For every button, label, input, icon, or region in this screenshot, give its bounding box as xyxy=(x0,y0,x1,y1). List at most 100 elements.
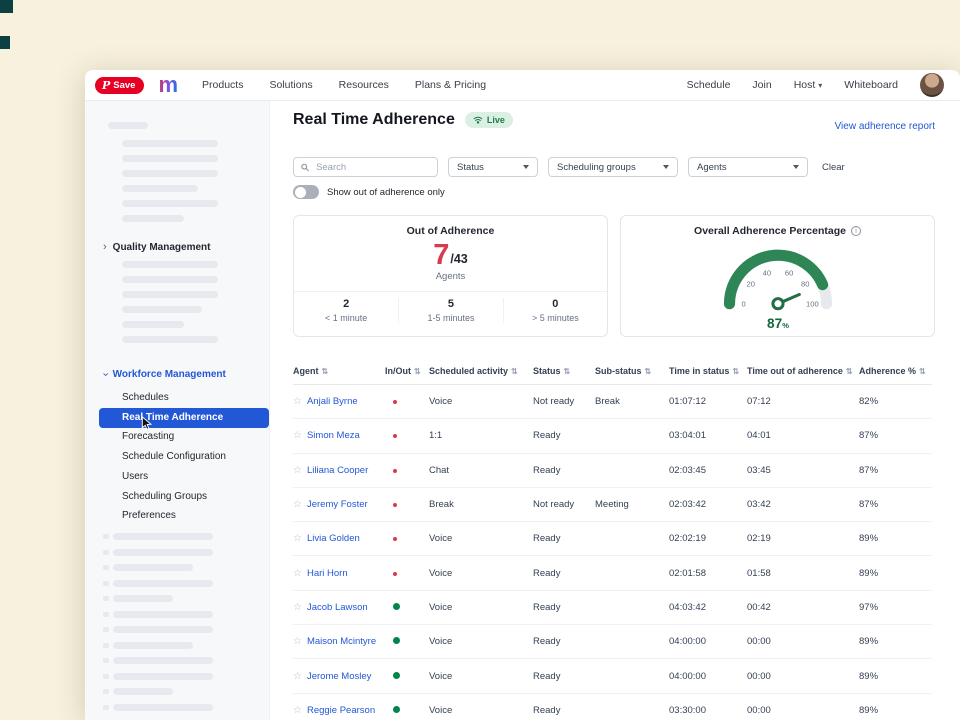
nav-item-whiteboard[interactable]: Whiteboard xyxy=(844,79,898,91)
sidebar-item-forecasting[interactable]: Forecasting xyxy=(99,427,269,447)
sidebar-item-real-time-adherence[interactable]: Real Time Adherence xyxy=(99,408,269,428)
scheduled-activity-cell: Break xyxy=(429,499,533,510)
adherence-cell: 89% xyxy=(859,705,932,716)
skeleton-dash xyxy=(103,627,109,632)
app-logo[interactable]: m xyxy=(158,74,178,96)
in-adherence-dot-icon xyxy=(393,706,400,713)
sidebar-item-preferences[interactable]: Preferences xyxy=(99,506,269,526)
sort-icon[interactable]: ⇅ xyxy=(414,367,421,376)
out-of-adherence-toggle[interactable] xyxy=(293,185,319,199)
agents-table: Agent⇅In/Out⇅Scheduled activity⇅Status⇅S… xyxy=(293,358,932,720)
gauge-knob xyxy=(772,299,782,309)
sort-icon[interactable]: ⇅ xyxy=(732,367,739,376)
star-icon[interactable]: ☆ xyxy=(293,396,302,407)
agent-link[interactable]: Livia Golden xyxy=(307,533,360,544)
divider xyxy=(294,291,607,292)
star-icon[interactable]: ☆ xyxy=(293,465,302,476)
star-icon[interactable]: ☆ xyxy=(293,568,302,579)
pinterest-save-button[interactable]: P Save xyxy=(95,77,144,94)
breakdown-row: 2 < 1 minute 5 1-5 minutes 0 > 5 minutes xyxy=(294,298,607,323)
status-cell: Not ready xyxy=(533,396,595,407)
time-out-of-adherence-cell: 01:58 xyxy=(747,568,859,579)
skeleton-bar xyxy=(113,611,213,618)
nav-item-resources[interactable]: Resources xyxy=(339,79,389,91)
filter-dropdown-status[interactable]: Status xyxy=(448,157,538,177)
agent-link[interactable]: Jacob Lawson xyxy=(307,602,368,613)
column-header-label: Scheduled activity xyxy=(429,366,508,376)
sort-icon[interactable]: ⇅ xyxy=(919,367,926,376)
breakdown-label: 1-5 minutes xyxy=(399,313,502,323)
nav-item-schedule[interactable]: Schedule xyxy=(687,79,731,91)
chevron-down-icon xyxy=(523,165,529,169)
avatar[interactable] xyxy=(920,73,944,97)
sidebar-item-scheduling-groups[interactable]: Scheduling Groups xyxy=(99,487,269,507)
gauge-tick: 0 xyxy=(741,300,745,309)
adherence-cell: 97% xyxy=(859,602,932,613)
sort-icon[interactable]: ⇅ xyxy=(645,367,652,376)
agent-link[interactable]: Maison Mcintyre xyxy=(307,636,376,647)
nav-item-plans-pricing[interactable]: Plans & Pricing xyxy=(415,79,486,91)
filter-dropdown-scheduling-groups[interactable]: Scheduling groups xyxy=(548,157,678,177)
star-icon[interactable]: ☆ xyxy=(293,499,302,510)
column-header-time-in-status[interactable]: Time in status⇅ xyxy=(669,366,747,376)
agent-link[interactable]: Jerome Mosley xyxy=(307,671,371,682)
skeleton-bar xyxy=(113,688,173,695)
clear-filters-button[interactable]: Clear xyxy=(822,162,845,173)
star-icon[interactable]: ☆ xyxy=(293,705,302,716)
skeleton-bar xyxy=(113,580,213,587)
inout-cell xyxy=(385,396,429,407)
agent-link[interactable]: Reggie Pearson xyxy=(307,705,375,716)
sidebar-item-schedules[interactable]: Schedules xyxy=(99,388,269,408)
out-of-adherence-dot-icon xyxy=(393,400,397,404)
info-icon[interactable]: i xyxy=(851,226,861,236)
column-header-scheduled-activity[interactable]: Scheduled activity⇅ xyxy=(429,366,533,376)
filter-bar: Status Scheduling groups Agents Clear xyxy=(293,157,845,177)
filter-dropdown-agents[interactable]: Agents xyxy=(688,157,808,177)
sidebar-item-users[interactable]: Users xyxy=(99,467,269,487)
column-header-agent[interactable]: Agent⇅ xyxy=(293,366,385,376)
sort-icon[interactable]: ⇅ xyxy=(511,367,518,376)
live-signal-icon xyxy=(473,116,483,125)
star-icon[interactable]: ☆ xyxy=(293,430,302,441)
agent-link[interactable]: Hari Horn xyxy=(307,568,348,579)
nav-item-host[interactable]: Host▾ xyxy=(794,79,823,91)
sort-icon[interactable]: ⇅ xyxy=(564,367,571,376)
search-input[interactable] xyxy=(314,161,430,174)
sub-status-cell: Meeting xyxy=(595,499,669,510)
table-row: ☆Hari HornVoiceReady02:01:5801:5889% xyxy=(293,556,932,590)
status-cell: Ready xyxy=(533,705,595,716)
agent-link[interactable]: Anjali Byrne xyxy=(307,396,358,407)
column-header-status[interactable]: Status⇅ xyxy=(533,366,595,376)
agent-link[interactable]: Jeremy Foster xyxy=(307,499,368,510)
nav-item-join[interactable]: Join xyxy=(752,79,771,91)
star-icon[interactable]: ☆ xyxy=(293,602,302,613)
nav-item-products[interactable]: Products xyxy=(202,79,243,91)
column-header-in-out[interactable]: In/Out⇅ xyxy=(385,366,429,376)
star-icon[interactable]: ☆ xyxy=(293,533,302,544)
time-out-of-adherence-cell: 07:12 xyxy=(747,396,859,407)
count-unit: Agents xyxy=(294,271,607,282)
column-header-adherence-[interactable]: Adherence %⇅ xyxy=(859,366,932,376)
agent-link[interactable]: Liliana Cooper xyxy=(307,465,368,476)
sort-icon[interactable]: ⇅ xyxy=(322,367,329,376)
agent-link[interactable]: Simon Meza xyxy=(307,430,360,441)
app-window: P Save m Products Solutions Resources Plans… xyxy=(85,70,960,720)
table-row: ☆Livia GoldenVoiceReady02:02:1902:1989% xyxy=(293,522,932,556)
sidebar-item-quality-management[interactable]: › Quality Management xyxy=(103,239,210,255)
star-icon[interactable]: ☆ xyxy=(293,636,302,647)
nav-item-solutions[interactable]: Solutions xyxy=(269,79,312,91)
column-header-time-out-of-adherence[interactable]: Time out of adherence⇅ xyxy=(747,366,859,376)
time-in-status-cell: 02:03:45 xyxy=(669,465,747,476)
agent-cell: ☆ Jerome Mosley xyxy=(293,671,385,682)
sort-icon[interactable]: ⇅ xyxy=(846,367,853,376)
sidebar-item-workforce-management[interactable]: › Workforce Management xyxy=(103,366,226,382)
chevron-down-icon xyxy=(793,165,799,169)
status-cell: Ready xyxy=(533,430,595,441)
breakdown-1-5-minutes: 5 1-5 minutes xyxy=(398,298,502,323)
card-title: Overall Adherence Percentage i xyxy=(621,225,934,237)
sidebar-item-schedule-configuration[interactable]: Schedule Configuration xyxy=(99,447,269,467)
column-header-sub-status[interactable]: Sub-status⇅ xyxy=(595,366,669,376)
star-icon[interactable]: ☆ xyxy=(293,671,302,682)
view-adherence-report-link[interactable]: View adherence report xyxy=(835,121,935,132)
skeleton-bar xyxy=(122,321,184,328)
